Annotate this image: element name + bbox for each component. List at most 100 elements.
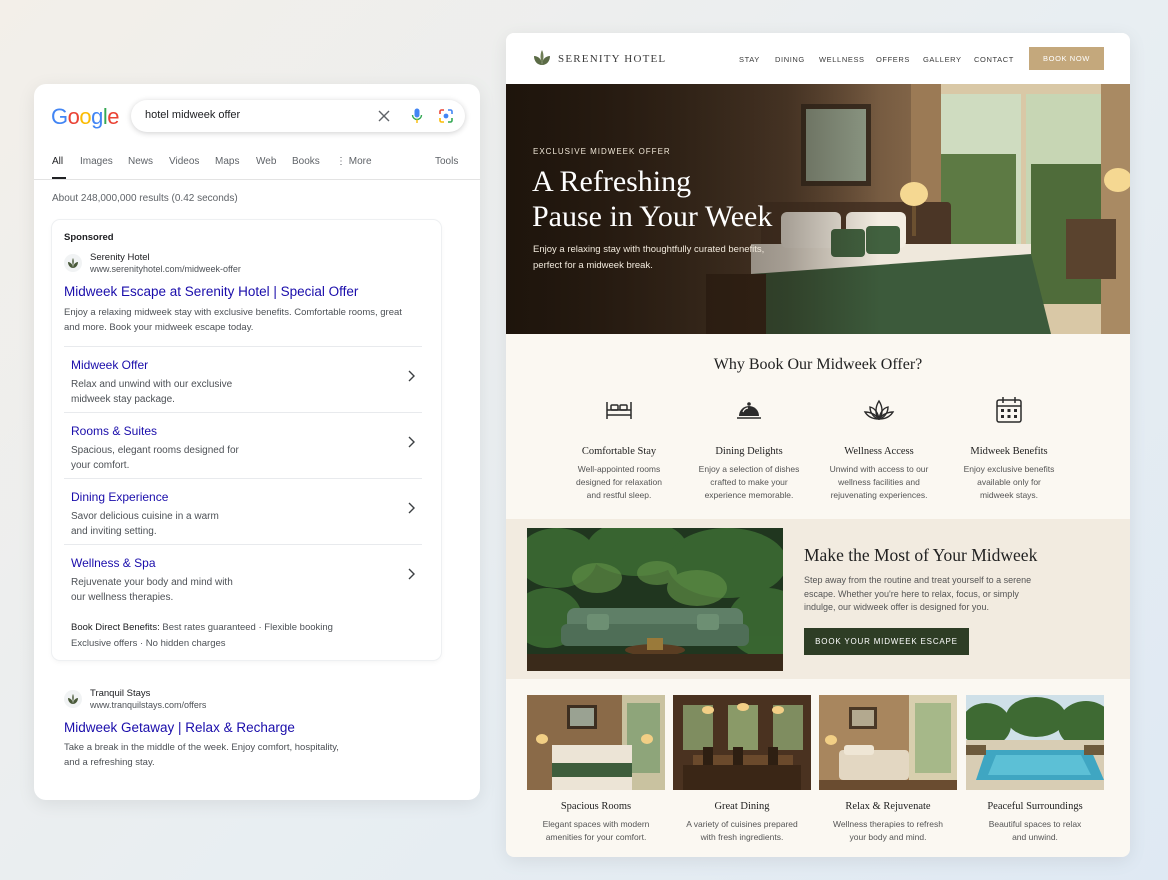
feature-title: Comfortable Stay xyxy=(581,446,657,457)
logo-letter: G xyxy=(51,104,68,129)
gallery-item-relax-rejuvenate[interactable]: Relax & Rejuvenate Wellness therapies to… xyxy=(819,695,957,843)
bed-icon xyxy=(606,402,632,419)
benefits-label: Book Direct Benefits: xyxy=(71,622,160,633)
sitelink-rooms-suites[interactable]: Rooms & Suites Spacious, elegant rooms d… xyxy=(64,412,422,478)
organic-site-url[interactable]: www.tranquilstays.com/offers xyxy=(90,700,206,710)
tab-videos[interactable]: Videos xyxy=(169,156,199,167)
active-tab-indicator xyxy=(52,177,66,179)
logo-letter: g xyxy=(91,104,103,129)
feature-title: Midweek Benefits xyxy=(970,446,1048,457)
result-stats: About 248,000,000 results (0.42 seconds) xyxy=(52,193,238,204)
hero-title-line: A Refreshing xyxy=(532,165,692,198)
feature-desc: Unwind with access to our wellness facili… xyxy=(829,464,929,500)
sitelink-title[interactable]: Wellness & Spa xyxy=(71,556,156,570)
search-query[interactable]: hotel midweek offer xyxy=(145,109,240,121)
organic-description: Take a break in the middle of the week. … xyxy=(64,742,339,768)
tab-more-label: More xyxy=(348,156,372,167)
feature-midweek-benefits: Midweek Benefits Enjoy exclusive benefit… xyxy=(949,393,1069,502)
sitelink-wellness-spa[interactable]: Wellness & Spa Rejuvenate your body and … xyxy=(64,544,422,610)
lotus-icon xyxy=(863,399,895,420)
calendar-icon xyxy=(996,397,1022,423)
chevron-right-icon[interactable] xyxy=(404,369,418,383)
ad-title-link[interactable]: Midweek Escape at Serenity Hotel | Speci… xyxy=(64,284,358,299)
sitelink-title[interactable]: Midweek Offer xyxy=(71,358,148,372)
tab-images[interactable]: Images xyxy=(80,156,113,167)
nav-wellness[interactable]: WELLNESS xyxy=(819,55,865,64)
gallery-item-peaceful-surroundings[interactable]: Peaceful Surroundings Beautiful spaces t… xyxy=(966,695,1104,843)
sitelink-midweek-offer[interactable]: Midweek Offer Relax and unwind with our … xyxy=(64,346,422,412)
hero-banner: EXCLUSIVE MIDWEEK OFFER A Refreshing Pau… xyxy=(506,84,1130,334)
tools-button[interactable]: Tools xyxy=(435,156,458,167)
lotus-logo-icon[interactable] xyxy=(532,48,552,68)
hero-subtitle: Enjoy a relaxing stay with thoughtfully … xyxy=(533,244,765,271)
book-now-button[interactable]: BOOK NOW xyxy=(1029,47,1104,70)
sitelink-desc: Relax and unwind with our exclusive midwe… xyxy=(71,379,233,405)
sitelink-title[interactable]: Rooms & Suites xyxy=(71,424,157,438)
ad-desc-line: and more. Book your midweek escape today… xyxy=(64,322,254,333)
tab-more[interactable]: ⋮ More xyxy=(336,156,372,167)
nav-dining[interactable]: DINING xyxy=(775,55,805,64)
nav-contact[interactable]: CONTACT xyxy=(974,55,1014,64)
tab-books[interactable]: Books xyxy=(292,156,320,167)
hotel-website: SERENITY HOTEL STAY DINING WELLNESS OFFE… xyxy=(506,33,1130,857)
feature-wellness-access: Wellness Access Unwind with access to ou… xyxy=(819,393,939,502)
gallery-image[interactable] xyxy=(527,695,665,790)
tab-maps[interactable]: Maps xyxy=(215,156,239,167)
brand-name[interactable]: SERENITY HOTEL xyxy=(558,53,666,65)
gallery-image[interactable] xyxy=(673,695,811,790)
gallery-item-great-dining[interactable]: Great Dining A variety of cuisines prepa… xyxy=(673,695,811,843)
feature-desc: Well-appointed rooms designed for relaxat… xyxy=(575,464,662,500)
lounge-image xyxy=(527,528,783,671)
lens-icon[interactable] xyxy=(437,107,455,125)
leaf-icon xyxy=(68,694,78,704)
gallery-item-spacious-rooms[interactable]: Spacious Rooms Elegant spaces with moder… xyxy=(527,695,665,843)
feature-desc: Enjoy exclusive benefits available only f… xyxy=(963,464,1055,500)
gallery-title: Peaceful Surroundings xyxy=(987,801,1083,812)
site-favicon xyxy=(64,254,82,272)
sitelink-desc: Savor delicious cuisine in a warm and inv… xyxy=(71,511,219,537)
more-dots-icon: ⋮ xyxy=(336,156,346,167)
gallery-image[interactable] xyxy=(819,695,957,790)
microphone-icon[interactable] xyxy=(408,107,426,125)
google-logo[interactable]: Google xyxy=(51,104,120,130)
gallery-desc: Wellness therapies to refresh your body a… xyxy=(833,819,943,842)
nav-gallery[interactable]: GALLERY xyxy=(923,55,962,64)
ad-description: Enjoy a relaxing midweek stay with exclu… xyxy=(64,305,414,335)
chevron-right-icon[interactable] xyxy=(404,567,418,581)
feature-desc: Enjoy a selection of dishes crafted to ma… xyxy=(698,464,800,500)
ad-site-name: Serenity Hotel xyxy=(90,252,150,263)
tab-all[interactable]: All xyxy=(52,156,63,167)
gallery-title: Spacious Rooms xyxy=(560,801,632,812)
benefits-line: Best rates guaranteed · Flexible booking xyxy=(162,622,333,633)
feature-title: Dining Delights xyxy=(715,446,783,457)
promo-heading: Make the Most of Your Midweek xyxy=(804,545,1038,565)
tabs-divider xyxy=(34,179,480,180)
search-results-panel: Google hotel midweek offer All Images Ne… xyxy=(34,84,480,800)
tab-news[interactable]: News xyxy=(128,156,153,167)
chevron-right-icon[interactable] xyxy=(404,435,418,449)
sitelink-dining-experience[interactable]: Dining Experience Savor delicious cuisin… xyxy=(64,478,422,544)
book-midweek-escape-button[interactable]: BOOK YOUR MIDWEEK ESCAPE xyxy=(804,628,969,655)
nav-stay[interactable]: STAY xyxy=(739,55,760,64)
sitelink-title[interactable]: Dining Experience xyxy=(71,490,168,504)
search-input[interactable]: hotel midweek offer xyxy=(131,100,465,132)
nav-offers[interactable]: OFFERS xyxy=(876,55,910,64)
leaf-icon xyxy=(68,258,78,268)
organic-site-name: Tranquil Stays xyxy=(90,688,151,699)
tab-web[interactable]: Web xyxy=(256,156,276,167)
gallery-desc: A variety of cuisines prepared with fresh… xyxy=(686,819,798,842)
gallery-image[interactable] xyxy=(966,695,1104,790)
why-book-heading: Why Book Our Midweek Offer? xyxy=(713,356,923,373)
ad-site-url[interactable]: www.serenityhotel.com/midweek-offer xyxy=(90,264,241,274)
sitelink-desc: Rejuvenate your body and mind with our we… xyxy=(71,577,233,603)
sponsored-label: Sponsored xyxy=(64,232,114,243)
feature-comfortable-stay: Comfortable Stay Well-appointed rooms des… xyxy=(559,393,679,502)
gallery-title: Great Dining xyxy=(714,801,770,812)
search-tabs: All Images News Videos Maps Web Books ⋮ … xyxy=(52,156,480,180)
gallery-desc: Elegant spaces with modern amenities for … xyxy=(542,819,650,842)
chevron-right-icon[interactable] xyxy=(404,501,418,515)
benefits-line: Exclusive offers · No hidden charges xyxy=(71,638,226,649)
logo-letter: o xyxy=(79,104,92,129)
clear-icon[interactable] xyxy=(375,107,393,125)
organic-title-link[interactable]: Midweek Getaway | Relax & Recharge xyxy=(64,720,295,735)
